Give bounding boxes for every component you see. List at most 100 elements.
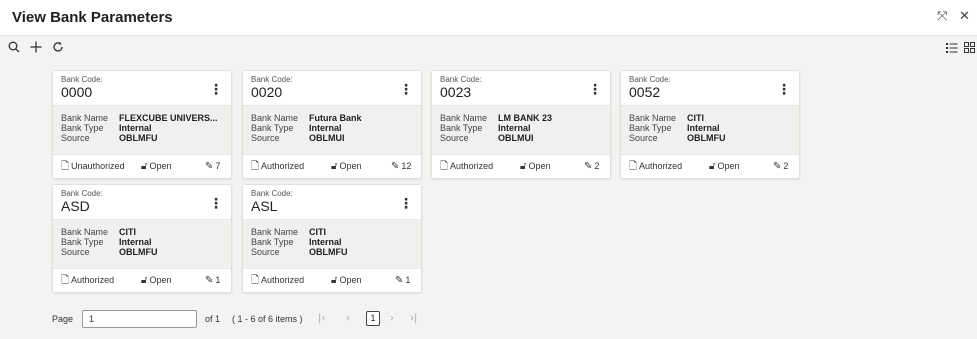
bank-type-value: Internal [309,237,342,247]
bank-name-label: Bank Name [61,227,109,237]
items-summary: ( 1 - 6 of 6 items ) [232,314,303,324]
bank-code-value: ASL [251,198,278,214]
card-footer: 🗋 Authorized 🔓︎ Open ✎ 1 [243,269,421,292]
document-icon: 🗋 [251,161,260,172]
modification-number: ✎ 2 [584,161,600,172]
bank-name-label: Bank Name [61,113,109,123]
bank-type-label: Bank Type [61,123,104,133]
bank-type-label: Bank Type [251,237,294,247]
card-footer: 🗋 Authorized 🔓︎ Open ✎ 12 [243,155,421,178]
bank-type-value: Internal [687,123,720,133]
kebab-menu-icon[interactable]: ⋮ [399,197,413,211]
bank-name-label: Bank Name [251,227,299,237]
bank-name-value: Futura Bank [309,113,362,123]
bank-card[interactable]: Bank Code: ASL ⋮ Bank Name CITI Bank Type… [242,184,422,293]
document-icon: 🗋 [629,161,638,172]
refresh-icon[interactable] [52,41,64,56]
search-icon[interactable] [8,41,20,56]
bank-code-label: Bank Code: [251,75,293,84]
card-details: Bank Name Futura Bank Bank Type Internal S… [243,105,421,155]
card-footer: 🗋 Authorized 🔓︎ Open ✎ 2 [621,155,799,178]
source-label: Source [61,247,90,257]
source-label: Source [251,133,280,143]
page-number-input[interactable] [82,310,197,328]
record-status: 🔓︎ Open [331,161,362,172]
record-status: 🔓︎ Open [331,275,362,286]
record-status: 🔓︎ Open [141,161,172,172]
card-header: Bank Code: 0020 ⋮ [243,71,421,105]
kebab-menu-icon[interactable]: ⋮ [588,83,602,97]
document-icon: 🗋 [61,275,70,286]
bank-name-value: LM BANK 23 [498,113,553,123]
card-header: Bank Code: 0023 ⋮ [432,71,610,105]
bank-card[interactable]: Bank Code: 0052 ⋮ Bank Name CITI Bank Typ… [620,70,800,179]
edit-icon: ✎ [205,161,214,172]
card-header: Bank Code: 0000 ⋮ [53,71,231,105]
bank-name-value: CITI [119,227,136,237]
bank-card[interactable]: Bank Code: ASD ⋮ Bank Name CITI Bank Type… [52,184,232,293]
bank-code-label: Bank Code: [251,189,293,198]
lock-open-icon: 🔓︎ [520,161,527,172]
auth-status: 🗋 Authorized [251,275,305,286]
bank-type-label: Bank Type [61,237,104,247]
modification-number: ✎ 2 [773,161,789,172]
bank-name-label: Bank Name [629,113,677,123]
source-label: Source [251,247,280,257]
kebab-menu-icon[interactable]: ⋮ [777,83,791,97]
modification-number: ✎ 1 [205,275,221,286]
bank-code-label: Bank Code: [629,75,671,84]
card-header: Bank Code: ASD ⋮ [53,185,231,219]
lock-open-icon: 🔓︎ [141,161,148,172]
next-page-icon[interactable]: › [390,313,394,324]
bank-code-value: 0052 [629,84,661,100]
kebab-menu-icon[interactable]: ⋮ [209,83,223,97]
add-icon[interactable] [30,41,42,56]
card-details: Bank Name LM BANK 23 Bank Type Internal So… [432,105,610,155]
resize-icon[interactable]: ⤧ [937,10,947,24]
title-bar: View Bank Parameters ⤧ ✕ [0,0,977,36]
bank-card[interactable]: Bank Code: 0000 ⋮ Bank Name FLEXCUBE UNIV… [52,70,232,179]
bank-name-label: Bank Name [251,113,299,123]
card-header: Bank Code: ASL ⋮ [243,185,421,219]
first-page-icon[interactable]: |‹ [318,313,325,324]
bank-type-value: Internal [119,123,152,133]
last-page-icon[interactable]: ›| [410,313,417,324]
bank-code-label: Bank Code: [61,75,103,84]
source-label: Source [629,133,658,143]
bank-card[interactable]: Bank Code: 0020 ⋮ Bank Name Futura Bank B… [242,70,422,179]
auth-status: 🗋 Unauthorized [61,161,125,172]
card-header: Bank Code: 0052 ⋮ [621,71,799,105]
modification-number: ✎ 1 [395,275,411,286]
edit-icon: ✎ [391,161,400,172]
edit-icon: ✎ [584,161,593,172]
page-of-label: of 1 [205,314,221,324]
bank-type-value: Internal [309,123,342,133]
bank-name-value: CITI [687,113,704,123]
close-icon[interactable]: ✕ [959,10,970,24]
document-icon: 🗋 [251,275,260,286]
previous-page-icon[interactable]: ‹ [346,313,350,324]
bank-code-label: Bank Code: [440,75,482,84]
bank-name-value: CITI [309,227,326,237]
source-value: OBLMUI [309,133,345,143]
document-icon: 🗋 [61,161,70,172]
record-status: 🔓︎ Open [520,161,551,172]
list-view-icon[interactable] [946,42,958,56]
card-details: Bank Name CITI Bank Type Internal Source OB… [53,219,231,269]
card-footer: 🗋 Authorized 🔓︎ Open ✎ 2 [432,155,610,178]
modification-number: ✎ 12 [391,161,412,172]
bank-type-label: Bank Type [440,123,483,133]
kebab-menu-icon[interactable]: ⋮ [209,197,223,211]
source-value: OBLMFU [687,133,726,143]
source-label: Source [61,133,90,143]
record-status: 🔓︎ Open [709,161,740,172]
bank-code-value: 0023 [440,84,472,100]
bank-type-label: Bank Type [251,123,294,133]
edit-icon: ✎ [205,275,214,286]
current-page-indicator[interactable]: 1 [366,311,380,326]
grid-view-icon[interactable] [964,42,976,56]
record-status: 🔓︎ Open [141,275,172,286]
kebab-menu-icon[interactable]: ⋮ [399,83,413,97]
bank-card[interactable]: Bank Code: 0023 ⋮ Bank Name LM BANK 23 Ba… [431,70,611,179]
lock-open-icon: 🔓︎ [331,161,338,172]
